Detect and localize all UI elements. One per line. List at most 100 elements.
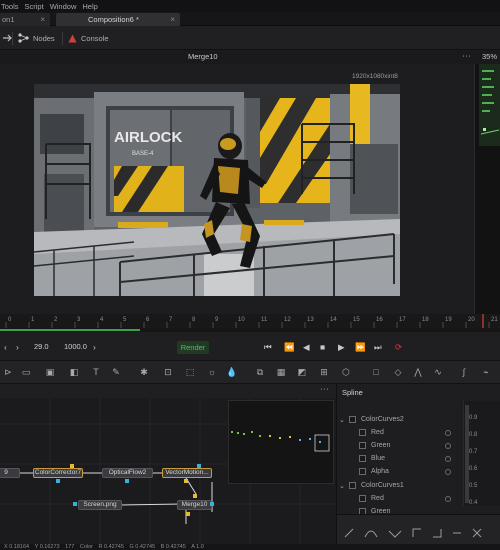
channel-checkbox[interactable]: [359, 468, 366, 475]
keyframe-icon[interactable]: [445, 496, 451, 502]
status-color-label: Color: [79, 544, 93, 550]
tool-paint-icon[interactable]: ✎: [110, 367, 122, 378]
status-a: A 1.0: [191, 544, 204, 550]
scene-render: AIRLOCK BASE-4: [34, 84, 400, 296]
tool-3d-icon[interactable]: ⬡: [340, 367, 352, 378]
ruler-label: 9: [215, 317, 219, 323]
fast-forward-icon[interactable]: ⏩: [355, 342, 366, 353]
channel-checkbox[interactable]: [359, 455, 366, 462]
tool-tracker-icon[interactable]: ⊞: [318, 367, 330, 378]
spline-graph[interactable]: 0.9 0.8 0.7 0.6 0.5 0.4: [463, 401, 500, 506]
channel-checkbox[interactable]: [359, 429, 366, 436]
more-options-icon[interactable]: ⋯: [462, 51, 472, 62]
node-colorcorrector7[interactable]: ColorCorrector7: [33, 468, 83, 478]
tool-merge-icon[interactable]: ⧉: [254, 367, 266, 378]
tool-mask-icon[interactable]: ⬚: [184, 367, 196, 378]
channel-red[interactable]: Red: [371, 495, 384, 502]
tool-image-icon[interactable]: ▣: [44, 367, 56, 378]
loop-icon[interactable]: ⟳: [395, 342, 402, 353]
spline-group-colorcurves2[interactable]: ColorCurves2: [361, 416, 404, 423]
ruler-label: 19: [445, 317, 452, 323]
viewer2-zoom: 35%: [482, 52, 498, 61]
timeline-ruler[interactable]: 0 1 2 3 4 5 6 7 8 9 10 11 12 13 14 15 16 17 18 19 20 21: [0, 314, 500, 328]
group-checkbox[interactable]: [349, 416, 356, 423]
tool-rect-icon[interactable]: □: [370, 367, 382, 378]
close-icon[interactable]: ×: [40, 15, 45, 24]
rewind-icon[interactable]: ⏪: [284, 342, 295, 353]
spline-group-colorcurves1[interactable]: ColorCurves1: [361, 482, 404, 489]
chevron-down-icon[interactable]: ⌄: [339, 482, 345, 490]
tool-transform-icon[interactable]: ⊡: [162, 367, 174, 378]
play-icon[interactable]: ▶: [338, 342, 345, 353]
menu-help[interactable]: Help: [82, 2, 97, 11]
tab-composition-prev[interactable]: on1 ×: [0, 13, 50, 26]
go-to-end-icon[interactable]: ⏭: [374, 342, 382, 353]
frame-dropdown-icon[interactable]: ›: [93, 342, 96, 352]
console-button[interactable]: Console: [68, 31, 109, 45]
tool-diamond-icon[interactable]: ◇: [392, 367, 404, 378]
menu-bar: Tools Script Window Help: [0, 0, 500, 12]
group-checkbox[interactable]: [349, 482, 356, 489]
channel-green[interactable]: Green: [371, 442, 390, 449]
viewer-panel[interactable]: 1920x1080xint8 AIRLOCK BASE-4: [0, 64, 474, 314]
tool-text-icon[interactable]: T: [90, 367, 102, 378]
play-reverse-icon[interactable]: ◀: [303, 342, 310, 353]
current-frame-field[interactable]: 29.0: [34, 342, 49, 353]
tool-channel-icon[interactable]: ▦: [275, 367, 287, 378]
stop-icon[interactable]: ■: [320, 342, 325, 352]
channel-checkbox[interactable]: [359, 495, 366, 502]
status-frame: 177: [65, 544, 75, 550]
node-vectormotion[interactable]: VectorMotion...: [162, 468, 212, 478]
tool-bg-icon[interactable]: ▭: [20, 367, 32, 378]
status-bar: X 0.18164 Y 0.16273 177 Color R 0.42745 …: [0, 544, 500, 550]
node-opticalflow2[interactable]: OpticalFlow2: [102, 468, 153, 478]
console-label: Console: [81, 33, 109, 43]
keyframe-icon[interactable]: [445, 430, 451, 436]
close-icon[interactable]: ×: [170, 15, 175, 24]
y-label: 0.7: [469, 449, 478, 455]
render-button[interactable]: Render: [177, 341, 209, 354]
menu-tools[interactable]: Tools: [1, 2, 19, 11]
go-to-start-icon[interactable]: ⏮: [264, 342, 272, 353]
ruler-ticks: 0 1 2 3 4 5 6 7 8 9 10 11 12 13 14 15 16 17 18 19 20 21: [5, 314, 498, 328]
channel-checkbox[interactable]: [359, 442, 366, 449]
channel-red[interactable]: Red: [371, 429, 384, 436]
tool-bspline-icon[interactable]: ∫: [458, 367, 470, 378]
tool-light-icon[interactable]: ☼: [206, 367, 218, 378]
graph-scrollbar[interactable]: [465, 405, 469, 503]
ruler-label: 7: [169, 317, 173, 323]
step-forward-icon[interactable]: ›: [16, 342, 19, 352]
node-merge10[interactable]: Merge10: [177, 500, 212, 510]
end-frame-field[interactable]: 1000.0: [64, 342, 87, 353]
tool-wand-icon[interactable]: ⌁: [480, 367, 492, 378]
toolbar-left-button[interactable]: [2, 31, 12, 45]
viewer-image[interactable]: AIRLOCK BASE-4: [34, 84, 400, 296]
nodes-button[interactable]: Nodes: [18, 31, 55, 45]
node-screen-png[interactable]: Screen.png: [78, 500, 122, 510]
channel-blue[interactable]: Blue: [371, 455, 385, 462]
menu-window[interactable]: Window: [50, 2, 77, 11]
node-overview[interactable]: [228, 400, 334, 484]
viewer-header: Merge10 ⋯ 35%: [0, 50, 500, 64]
tool-matte-icon[interactable]: ◩: [296, 367, 308, 378]
viewer2-panel[interactable]: [474, 64, 500, 314]
tool-drop-icon[interactable]: 💧: [226, 367, 238, 378]
tool-curve-icon[interactable]: ∿: [432, 367, 444, 378]
menu-script[interactable]: Script: [25, 2, 44, 11]
node-editor[interactable]: ⋯ 9 ColorCorrector7 OpticalFlow2 VectorM…: [0, 384, 336, 544]
tool-pointer-icon[interactable]: ⊳: [2, 367, 14, 378]
ruler-label: 5: [123, 317, 127, 323]
chevron-down-icon[interactable]: ⌄: [339, 416, 345, 424]
tool-gradient-icon[interactable]: ◧: [68, 367, 80, 378]
keyframe-icon[interactable]: [445, 456, 451, 462]
ruler-label: 0: [8, 317, 12, 323]
keyframe-icon[interactable]: [445, 469, 451, 475]
tab-composition6[interactable]: Composition6 * ×: [56, 13, 180, 26]
tool-particles-icon[interactable]: ✱: [138, 367, 150, 378]
channel-alpha[interactable]: Alpha: [371, 468, 389, 475]
tool-polyline-icon[interactable]: ⋀: [412, 367, 424, 378]
step-back-icon[interactable]: ‹: [4, 342, 7, 352]
node-left-partial[interactable]: 9: [0, 468, 20, 478]
ruler-label: 13: [307, 317, 314, 323]
keyframe-icon[interactable]: [445, 443, 451, 449]
